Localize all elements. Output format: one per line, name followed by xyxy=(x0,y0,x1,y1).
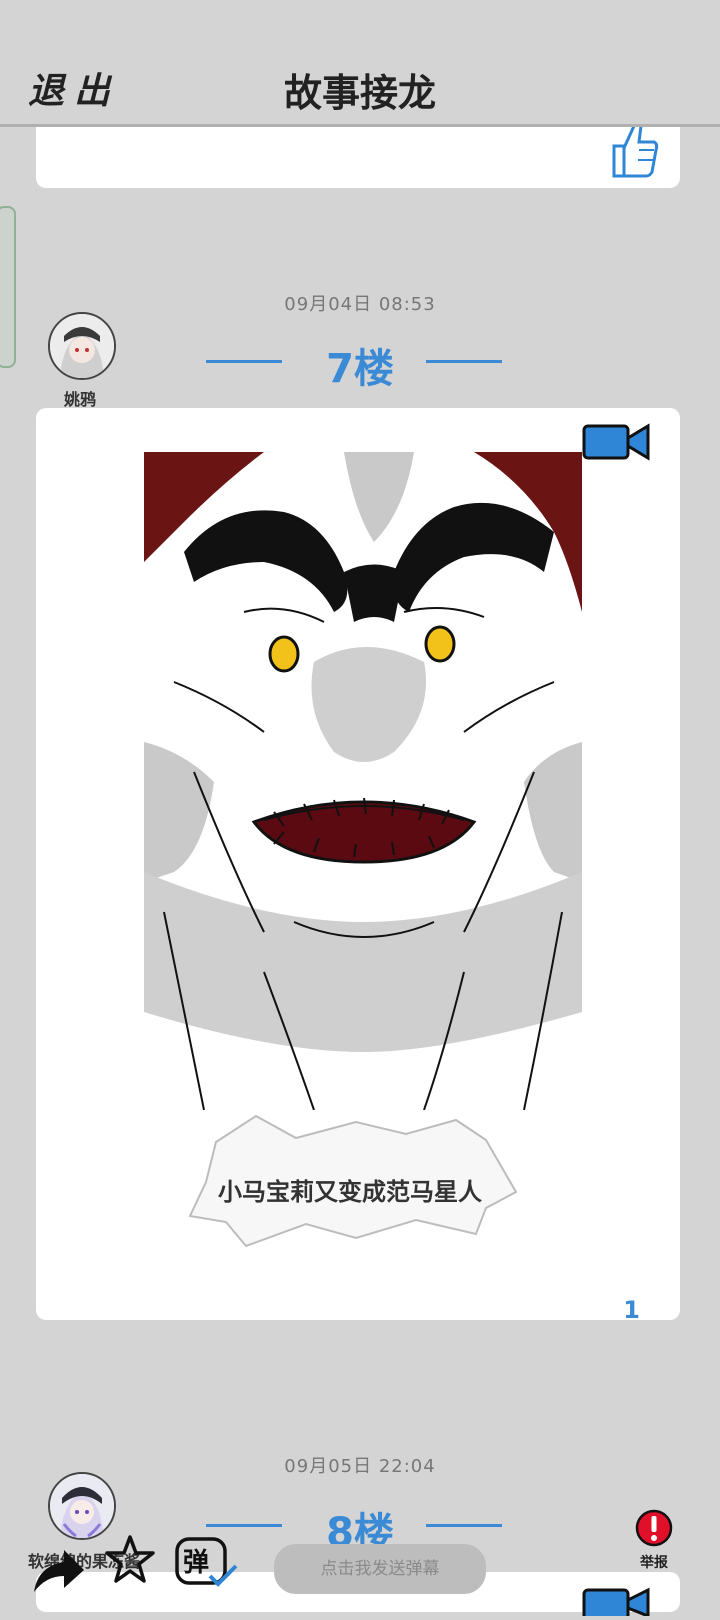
post-date: 09月04日 08:53 xyxy=(284,294,436,315)
page-title: 故事接龙 xyxy=(283,71,436,115)
danmu-input[interactable]: 点击我发送弹幕 xyxy=(274,1544,486,1594)
like-count: 1 xyxy=(623,1296,640,1324)
report-alert-icon xyxy=(634,1509,674,1552)
top-header: 退出 故事接龙 xyxy=(0,0,720,127)
post-date: 09月05日 22:04 xyxy=(284,1456,436,1477)
video-camera-icon[interactable] xyxy=(582,422,652,466)
caption-text: 小马宝莉又变成范马星人 xyxy=(218,1178,482,1206)
report-button[interactable]: 举报 xyxy=(622,1508,686,1572)
story-drawing xyxy=(144,452,582,1114)
floor-header: 7楼 xyxy=(0,336,720,392)
post-card: 小马宝莉又变成范马星人 1 xyxy=(36,408,680,1324)
danmu-toggle-icon[interactable]: 弹 xyxy=(174,1536,238,1592)
floor-number: 7楼 xyxy=(326,346,394,392)
divider xyxy=(426,360,502,363)
danmu-toggle-label: 弹 xyxy=(183,1548,210,1578)
star-icon[interactable] xyxy=(104,1534,156,1590)
bottom-action-bar: 弹 点击我发送弹幕 xyxy=(0,1520,720,1600)
report-label: 举报 xyxy=(640,1555,668,1571)
share-arrow-icon[interactable] xyxy=(30,1540,86,1600)
